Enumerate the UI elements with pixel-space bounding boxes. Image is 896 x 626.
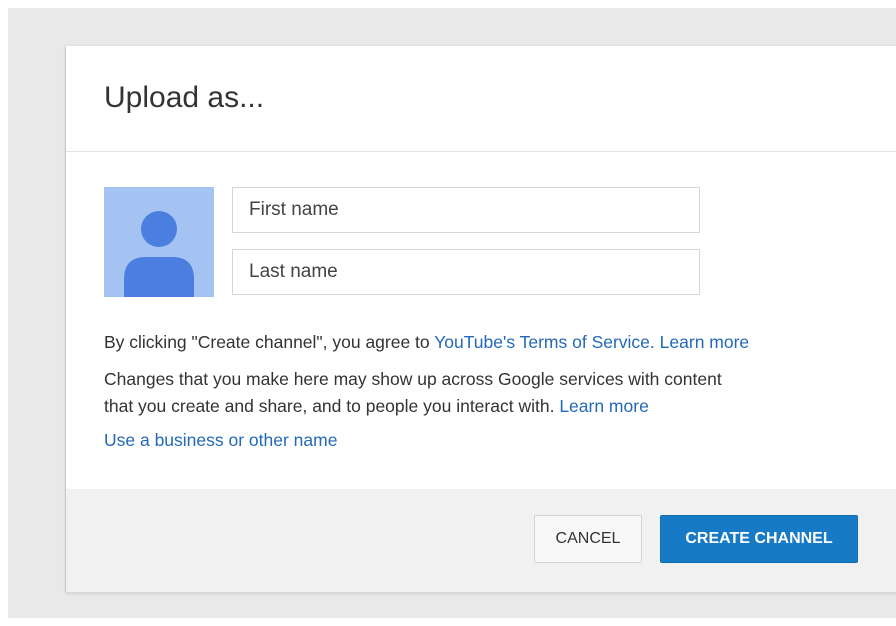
business-name-row: Use a business or other name bbox=[104, 427, 337, 454]
dialog-header: Upload as... bbox=[66, 46, 896, 152]
dialog-bottom-edge bbox=[66, 592, 896, 594]
learn-more-link-changes[interactable]: Learn more bbox=[559, 396, 649, 416]
last-name-field[interactable] bbox=[232, 249, 700, 295]
page: Upload as... By clicking "Create channel… bbox=[0, 0, 896, 626]
dialog-footer: CANCEL CREATE CHANNEL bbox=[66, 489, 896, 592]
terms-text: By clicking "Create channel", you agree … bbox=[104, 329, 749, 356]
changes-text-line-1: Changes that you make here may show up a… bbox=[104, 366, 722, 393]
terms-of-service-link[interactable]: YouTube's Terms of Service. bbox=[434, 332, 655, 352]
first-name-field[interactable] bbox=[232, 187, 700, 233]
create-channel-button[interactable]: CREATE CHANNEL bbox=[660, 515, 858, 563]
person-icon bbox=[124, 211, 194, 297]
dialog-body: By clicking "Create channel", you agree … bbox=[66, 152, 896, 489]
dialog-title: Upload as... bbox=[104, 81, 265, 114]
last-name-input[interactable] bbox=[233, 250, 699, 294]
changes-text-line-2: that you create and share, and to people… bbox=[104, 393, 649, 420]
avatar bbox=[104, 187, 214, 297]
terms-prefix: By clicking "Create channel", you agree … bbox=[104, 332, 435, 352]
changes-line-1: Changes that you make here may show up a… bbox=[104, 369, 722, 389]
first-name-input[interactable] bbox=[233, 188, 699, 232]
use-business-name-link[interactable]: Use a business or other name bbox=[104, 430, 337, 450]
upload-as-dialog: Upload as... By clicking "Create channel… bbox=[66, 46, 896, 592]
learn-more-link-terms[interactable]: Learn more bbox=[660, 332, 750, 352]
changes-line-2: that you create and share, and to people… bbox=[104, 396, 555, 416]
cancel-button[interactable]: CANCEL bbox=[534, 515, 642, 563]
